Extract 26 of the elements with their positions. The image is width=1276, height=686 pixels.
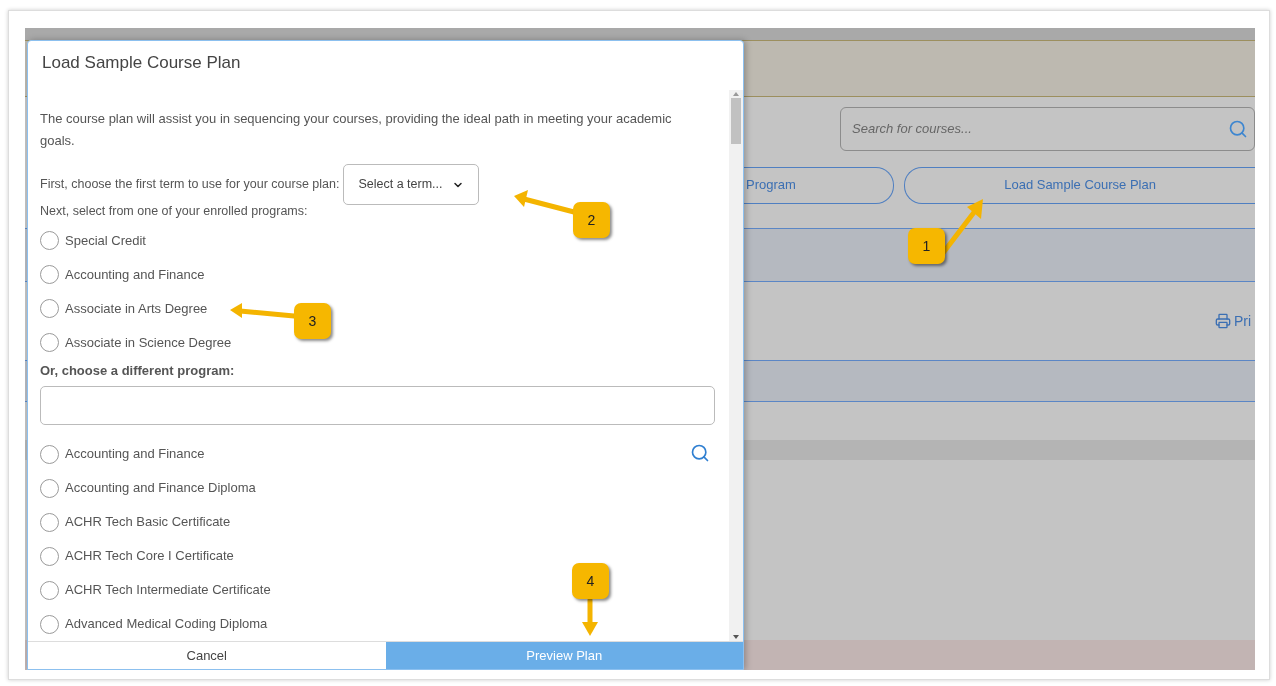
callout-badge: 3 bbox=[294, 303, 331, 339]
radio-label[interactable]: Associate in Science Degree bbox=[65, 333, 232, 353]
search-icon[interactable] bbox=[1228, 118, 1248, 139]
cancel-button[interactable]: Cancel bbox=[28, 642, 386, 669]
term-select[interactable]: Select a term... bbox=[343, 164, 480, 205]
term-label: First, choose the first term to use for your course plan: bbox=[40, 176, 340, 194]
radio-label[interactable]: Accounting and Finance bbox=[65, 265, 205, 285]
radio-label[interactable]: Advanced Medical Coding Diploma bbox=[65, 614, 268, 634]
callout-badge: 2 bbox=[573, 202, 610, 238]
radio-label[interactable]: Accounting and Finance Diploma bbox=[65, 478, 256, 498]
intro-text: The course plan will assist you in sequencing your courses, providing the ideal path in meeting your academic goals. bbox=[40, 110, 673, 150]
dialog-title: Load Sample Course Plan bbox=[42, 51, 241, 74]
search-icon[interactable] bbox=[690, 443, 710, 463]
program-search-field[interactable] bbox=[40, 386, 715, 425]
enrolled-label: Next, select from one of your enrolled programs: bbox=[40, 203, 308, 220]
radio-label[interactable]: Special Credit bbox=[65, 231, 146, 251]
callout-badge: 1 bbox=[908, 228, 945, 264]
scrollbar[interactable] bbox=[729, 90, 743, 641]
radio-label[interactable]: Associate in Arts Degree bbox=[65, 299, 208, 319]
radio-label[interactable]: ACHR Tech Basic Certificate bbox=[65, 512, 231, 532]
printer-icon bbox=[1215, 313, 1231, 329]
radio-label[interactable]: Accounting and Finance bbox=[65, 444, 205, 464]
radio-label[interactable]: ACHR Tech Core I Certificate bbox=[65, 546, 234, 566]
other-program-label: Or, choose a different program: bbox=[40, 361, 235, 380]
radio-label[interactable]: ACHR Tech Intermediate Certificate bbox=[65, 580, 271, 600]
callout-badge: 4 bbox=[572, 563, 609, 599]
